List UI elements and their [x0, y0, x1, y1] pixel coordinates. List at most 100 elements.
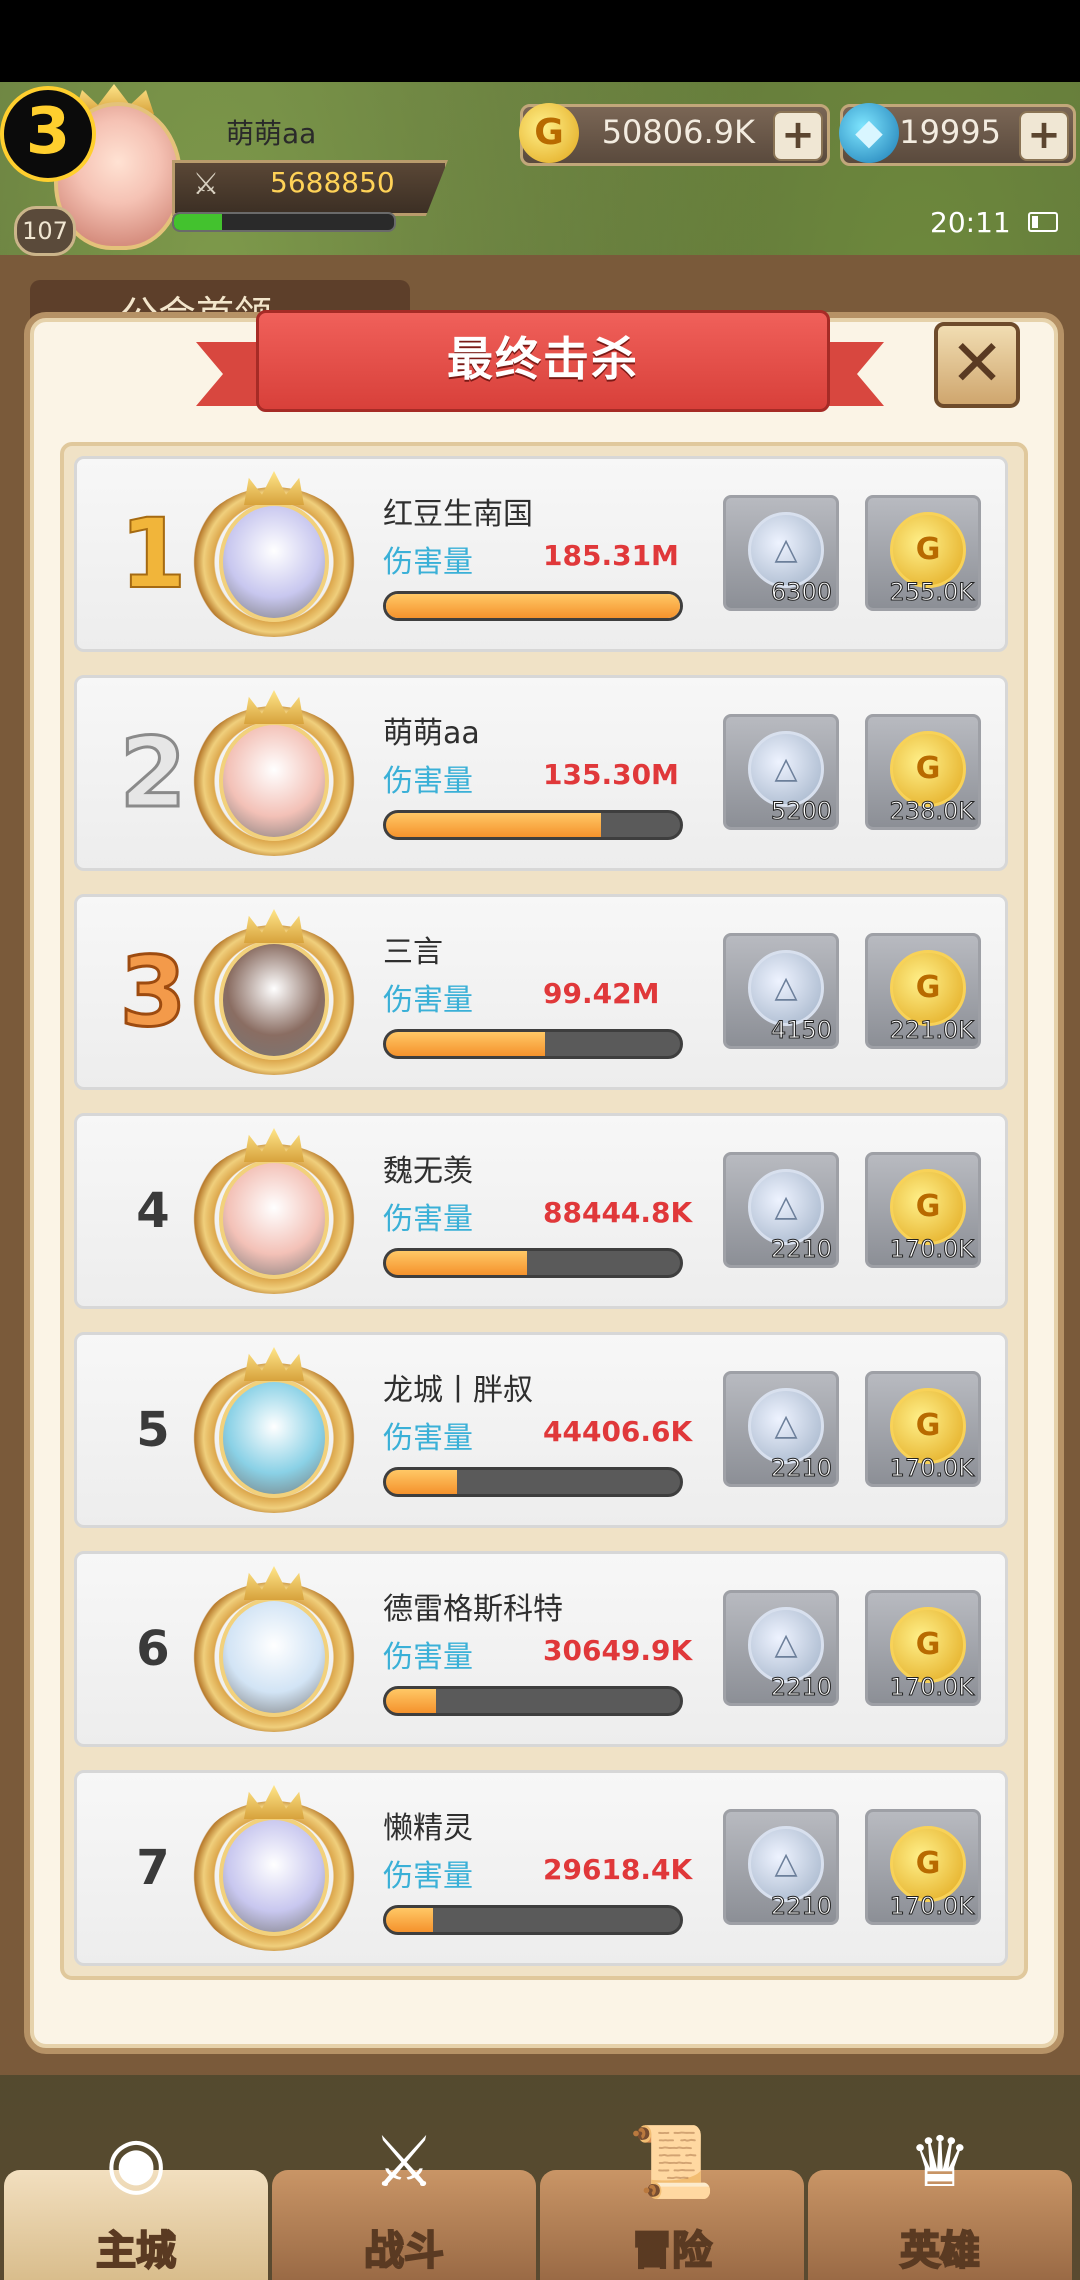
gold-quantity: 255.0K: [889, 578, 974, 607]
ranking-row[interactable]: 6 德雷格斯科特 伤害量 30649.9K △ 2210 G 170.0K: [74, 1551, 1008, 1747]
swords-icon: ⚔: [192, 167, 220, 202]
rank-number: 7: [136, 1840, 170, 1896]
silver-reward[interactable]: △ 2210: [723, 1809, 839, 1925]
gold-quantity: 170.0K: [889, 1454, 974, 1483]
silver-quantity: 5200: [770, 797, 832, 826]
damage-label: 伤害量: [383, 1202, 473, 1237]
ranking-row[interactable]: 5 龙城丨胖叔 伤害量 44406.6K △ 2210 G 170.0K: [74, 1332, 1008, 1528]
gold-reward[interactable]: G 238.0K: [865, 714, 981, 830]
helmet-icon: ♛: [908, 2121, 972, 2203]
damage-value: 99.42M: [543, 977, 660, 1010]
player-portrait[interactable]: [189, 1781, 359, 1959]
damage-value: 135.30M: [543, 758, 679, 791]
player-portrait[interactable]: [189, 905, 359, 1083]
vip-badge: 3: [0, 86, 96, 182]
damage-bar-fill: [386, 1251, 528, 1275]
nav-tab[interactable]: ◉ 主城: [4, 2121, 268, 2280]
silver-quantity: 2210: [770, 1235, 832, 1264]
player-portrait[interactable]: [189, 467, 359, 645]
damage-bar: [383, 1686, 683, 1716]
damage-value: 29618.4K: [543, 1853, 693, 1886]
player-level-badge: 107: [14, 206, 76, 256]
damage-label: 伤害量: [383, 983, 473, 1018]
crown-icon: [244, 471, 304, 505]
gold-quantity: 238.0K: [889, 797, 974, 826]
silver-reward[interactable]: △ 4150: [723, 933, 839, 1049]
gem-resource: ◆ 19995 +: [839, 103, 1076, 166]
silver-coin-icon: △: [748, 1607, 824, 1683]
damage-label: 伤害量: [383, 1859, 473, 1894]
ranking-row[interactable]: 2 萌萌aa 伤害量 135.30M △ 5200 G 238.0K: [74, 675, 1008, 871]
nav-tab-label: 战斗: [363, 2227, 445, 2275]
gold-reward[interactable]: G 255.0K: [865, 495, 981, 611]
ranking-row[interactable]: 7 懒精灵 伤害量 29618.4K △ 2210 G 170.0K: [74, 1770, 1008, 1966]
gold-quantity: 170.0K: [889, 1235, 974, 1264]
battery-icon: [1028, 212, 1058, 232]
gold-coin-icon: G: [890, 1169, 966, 1245]
crown-icon: [244, 1128, 304, 1162]
ranking-row[interactable]: 1 红豆生南国 伤害量 185.31M △ 6300 G 255.0K: [74, 456, 1008, 652]
damage-bar-fill: [386, 1908, 434, 1932]
damage-value: 185.31M: [543, 539, 679, 572]
gold-reward[interactable]: G 170.0K: [865, 1371, 981, 1487]
silver-coin-icon: △: [748, 1169, 824, 1245]
close-button[interactable]: ✕: [934, 322, 1020, 408]
silver-reward[interactable]: △ 2210: [723, 1152, 839, 1268]
rank-number: 5: [136, 1402, 170, 1458]
diamond-icon: ◆: [839, 103, 899, 163]
silver-coin-icon: △: [748, 1388, 824, 1464]
silver-reward[interactable]: △ 6300: [723, 495, 839, 611]
crown-icon: [244, 690, 304, 724]
hero-face: [219, 1597, 329, 1717]
silver-quantity: 2210: [770, 1892, 832, 1921]
castle-icon: ◉: [105, 2121, 167, 2203]
gold-reward[interactable]: G 170.0K: [865, 1590, 981, 1706]
scroll-map-icon: 📜: [628, 2121, 716, 2203]
damage-bar: [383, 1905, 683, 1935]
damage-label: 伤害量: [383, 1421, 473, 1456]
silver-coin-icon: △: [748, 1826, 824, 1902]
damage-value: 44406.6K: [543, 1415, 693, 1448]
nav-tab-label: 英雄: [899, 2227, 981, 2275]
nav-tab[interactable]: ⚔ 战斗: [272, 2121, 536, 2280]
gold-amount: 50806.9K: [601, 113, 755, 151]
exp-bar: [172, 212, 396, 232]
player-name: 懒精灵: [383, 1811, 473, 1846]
player-name: 龙城丨胖叔: [383, 1373, 533, 1408]
silver-coin-icon: △: [748, 731, 824, 807]
damage-bar: [383, 1467, 683, 1497]
nav-tab[interactable]: 📜 冒险: [540, 2121, 804, 2280]
crown-icon: [244, 1785, 304, 1819]
ranking-row[interactable]: 3 三言 伤害量 99.42M △ 4150 G 221.0K: [74, 894, 1008, 1090]
nav-tab[interactable]: ♛ 英雄: [808, 2121, 1072, 2280]
gold-coin-icon: G: [890, 1388, 966, 1464]
gold-coin-icon: G: [890, 731, 966, 807]
gold-reward[interactable]: G 170.0K: [865, 1152, 981, 1268]
rank-number: 2: [118, 717, 188, 830]
gold-quantity: 170.0K: [889, 1673, 974, 1702]
add-gold-button[interactable]: +: [773, 111, 823, 161]
player-portrait[interactable]: [189, 686, 359, 864]
clock: 20:11: [930, 206, 1011, 239]
damage-value: 30649.9K: [543, 1634, 693, 1667]
silver-reward[interactable]: △ 5200: [723, 714, 839, 830]
silver-reward[interactable]: △ 2210: [723, 1590, 839, 1706]
add-gems-button[interactable]: +: [1019, 111, 1069, 161]
silver-quantity: 2210: [770, 1673, 832, 1702]
damage-label: 伤害量: [383, 764, 473, 799]
crown-icon: [244, 909, 304, 943]
gem-amount: 19995: [899, 113, 1001, 151]
gold-coin-icon: G: [890, 950, 966, 1026]
damage-bar-fill: [386, 1032, 545, 1056]
player-portrait[interactable]: [189, 1343, 359, 1521]
player-name: 萌萌aa: [383, 716, 480, 751]
silver-reward[interactable]: △ 2210: [723, 1371, 839, 1487]
rank-number: 1: [119, 498, 188, 610]
player-portrait[interactable]: [189, 1124, 359, 1302]
power-value: 5688850: [270, 166, 395, 199]
player-portrait[interactable]: [189, 1562, 359, 1740]
player-name: 三言: [383, 935, 443, 970]
ranking-row[interactable]: 4 魏无羡 伤害量 88444.8K △ 2210 G 170.0K: [74, 1113, 1008, 1309]
gold-reward[interactable]: G 170.0K: [865, 1809, 981, 1925]
gold-reward[interactable]: G 221.0K: [865, 933, 981, 1049]
